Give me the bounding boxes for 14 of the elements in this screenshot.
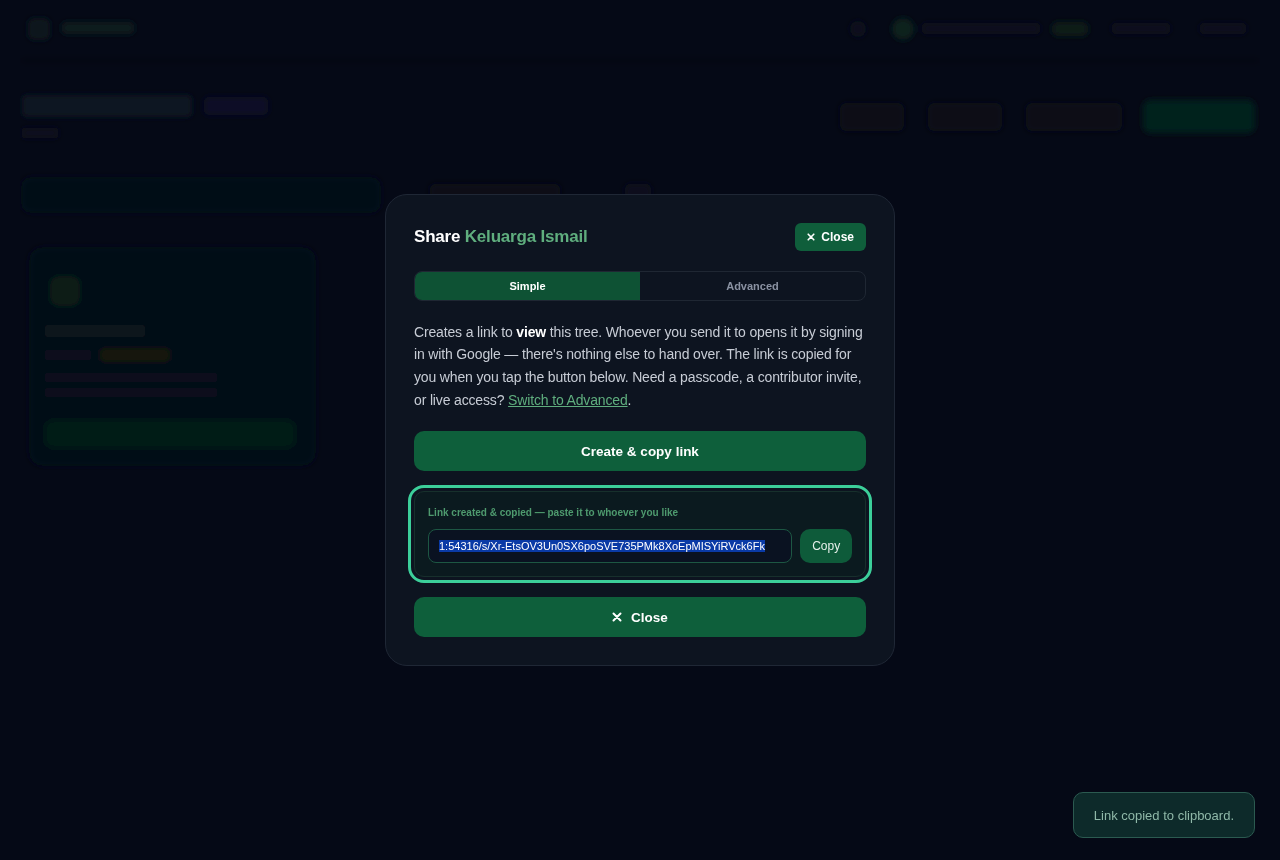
create-copy-link-button[interactable]: Create & copy link [414, 431, 866, 472]
description-text: Creates a link to view this tree. Whoever you send it to opens it by signing in with Google — there's nothing else to hand over. The link is copied for you when you tap the button below. Need a passcode, a contributor invite, or live access? Switch to Advanced. [414, 322, 864, 410]
switch-to-advanced-link[interactable]: Switch to Advanced [508, 391, 628, 408]
close-icon [612, 612, 623, 623]
link-result-label: Link created & copied — paste it to whoever you like [428, 506, 680, 520]
toast-message: Link copied to clipboard. [1072, 792, 1255, 838]
dialog-title: Share Keluarga Ismail [414, 226, 588, 247]
close-icon [807, 232, 816, 241]
mode-tab[interactable]: Simple [415, 271, 640, 300]
copy-button[interactable]: Copy [800, 529, 852, 564]
link-field[interactable]: 1:54316/s/Xr-EtsOV3Un0SX6poSVE735PMk8XoEpMISYiRVck6Fk [428, 529, 793, 564]
mode-tab[interactable]: Advanced [640, 271, 865, 300]
close-button[interactable]: Close [795, 222, 866, 251]
close-dialog-button[interactable]: Close [414, 597, 866, 638]
